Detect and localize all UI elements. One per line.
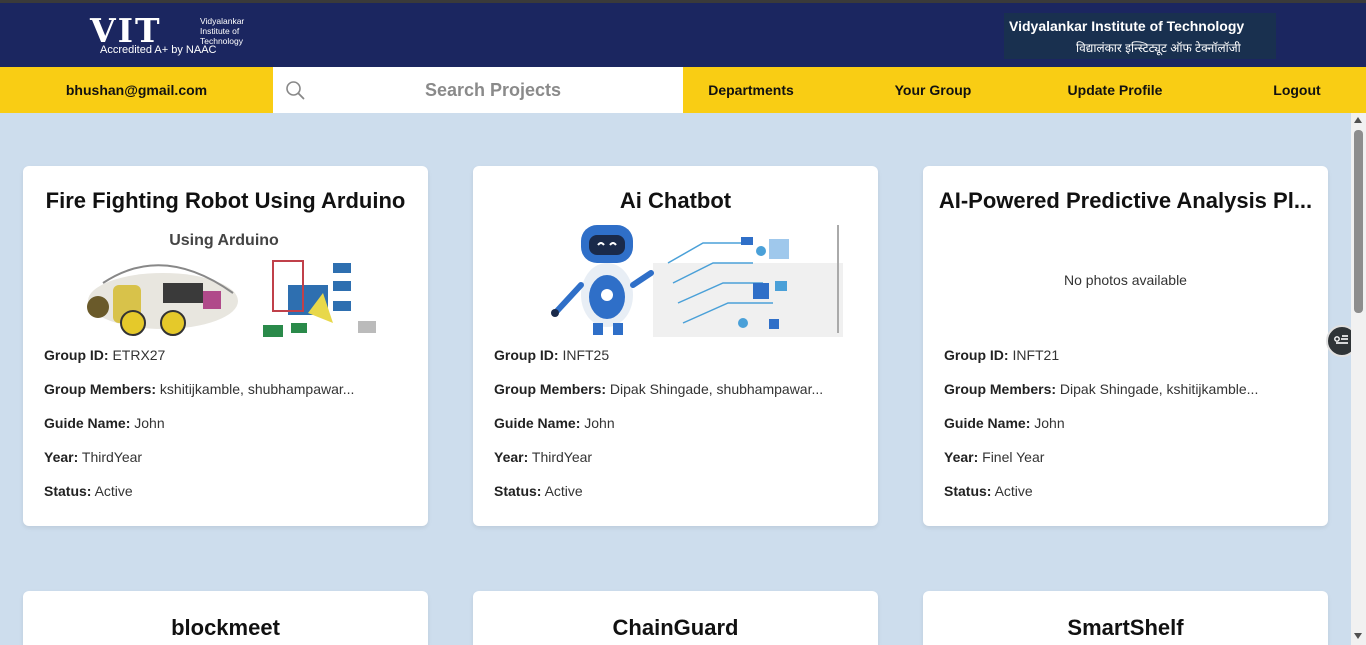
project-photo: Using Arduino (23, 223, 428, 337)
project-card[interactable]: blockmeet (23, 591, 428, 645)
guide-name: Guide Name: John (944, 415, 1065, 431)
project-title: SmartShelf (1067, 615, 1184, 640)
scrollbar-thumb[interactable] (1354, 130, 1363, 313)
project-title: AI-Powered Predictive Analysis Pl... (938, 188, 1313, 213)
project-status: Status: Active (494, 483, 583, 499)
search-input[interactable] (313, 67, 673, 113)
vit-logo[interactable]: VIT Vidyalankar Institute of Technology … (90, 13, 265, 61)
project-card[interactable]: Fire Fighting Robot Using Arduino Using … (23, 166, 428, 526)
logo-accreditation: Accredited A+ by NAAC (100, 44, 217, 56)
guide-name: Guide Name: John (44, 415, 165, 431)
group-id: Group ID: INFT21 (944, 347, 1060, 363)
project-card[interactable]: AI-Powered Predictive Analysis Pl... No … (923, 166, 1328, 526)
header-bar: VIT Vidyalankar Institute of Technology … (0, 0, 1366, 67)
project-card[interactable]: SmartShelf (923, 591, 1328, 645)
page-scrollbar[interactable] (1351, 113, 1366, 645)
scroll-down-icon[interactable] (1354, 633, 1362, 639)
project-card[interactable]: Ai Chatbot Group ID: INFT25 Group Member… (473, 166, 878, 526)
institute-name-hindi: विद्यालंकार इन्स्टिट्यूट ऑफ टेक्नॉलॉजी (1076, 41, 1241, 55)
project-year: Year: ThirdYear (494, 449, 593, 465)
project-year: Year: Finel Year (944, 449, 1045, 465)
nav-your-group[interactable]: Your Group (865, 67, 1001, 113)
search-icon[interactable] (285, 80, 305, 100)
project-title: blockmeet (171, 615, 280, 640)
user-email[interactable]: bhushan@gmail.com (0, 67, 273, 113)
nav-bar: bhushan@gmail.com Departments Your Group… (0, 67, 1366, 113)
no-photos-message: No photos available (1064, 272, 1187, 288)
nav-departments[interactable]: Departments (683, 67, 819, 113)
project-photo (473, 223, 878, 337)
institute-name-banner: Vidyalankar Institute of Technology विद्… (1004, 13, 1276, 59)
group-members: Group Members: Dipak Shingade, kshitijka… (944, 381, 1259, 397)
project-title: ChainGuard (612, 615, 739, 640)
project-title: Fire Fighting Robot Using Arduino (45, 188, 406, 213)
project-year: Year: ThirdYear (44, 449, 143, 465)
search-box[interactable] (273, 67, 683, 113)
group-members: Group Members: Dipak Shingade, shubhampa… (494, 381, 824, 397)
nav-update-profile[interactable]: Update Profile (1047, 67, 1183, 113)
scroll-up-icon[interactable] (1354, 117, 1362, 123)
project-status: Status: Active (44, 483, 133, 499)
project-title: Ai Chatbot (619, 188, 732, 213)
group-id: Group ID: INFT25 (494, 347, 610, 363)
project-card[interactable]: ChainGuard (473, 591, 878, 645)
group-id: Group ID: ETRX27 (44, 347, 166, 363)
guide-name: Guide Name: John (494, 415, 615, 431)
project-status: Status: Active (944, 483, 1033, 499)
group-members: Group Members: kshitijkamble, shubhampaw… (44, 381, 355, 397)
svg-text:Using Arduino: Using Arduino (169, 232, 279, 249)
nav-logout[interactable]: Logout (1229, 67, 1365, 113)
institute-name-english: Vidyalankar Institute of Technology (1009, 18, 1245, 34)
logo-subtitle: Vidyalankar Institute of Technology (200, 16, 245, 46)
